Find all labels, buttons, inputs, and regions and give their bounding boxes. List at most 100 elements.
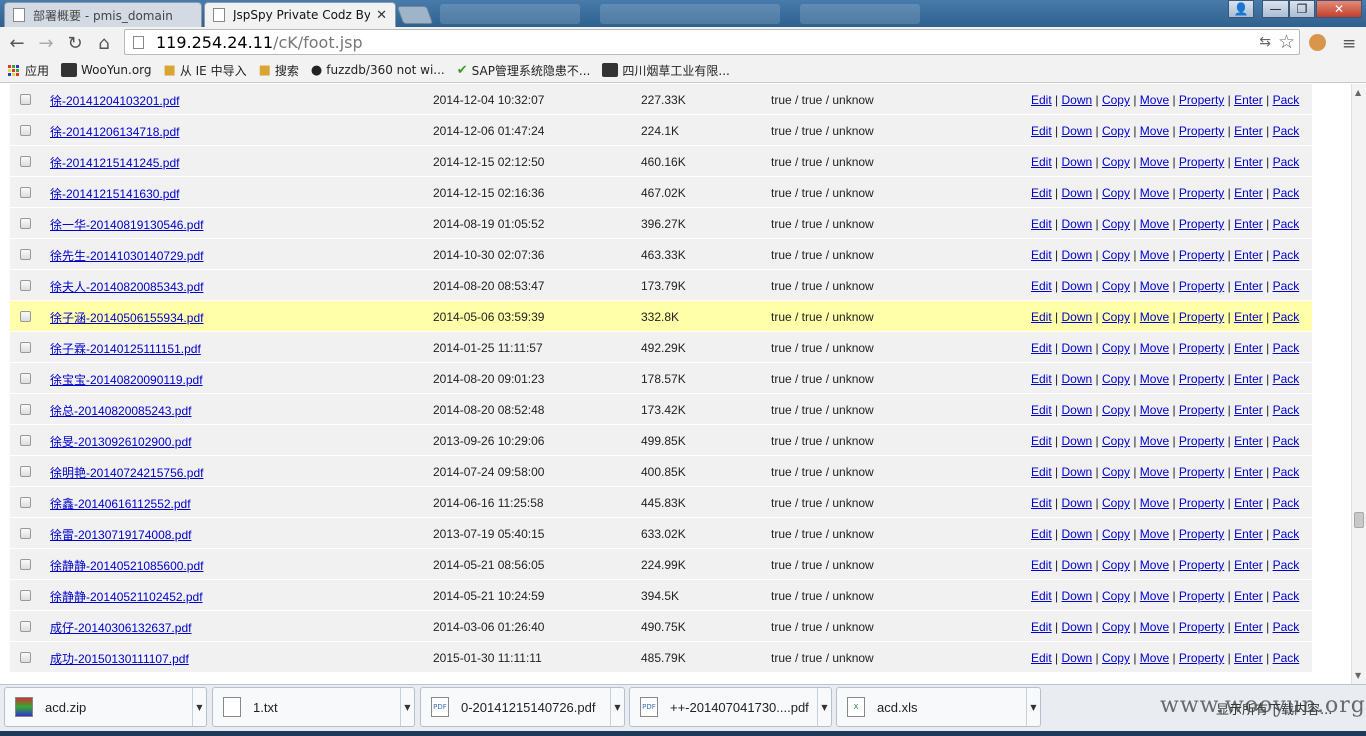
- pack-action-link[interactable]: Pack: [1273, 434, 1300, 448]
- chevron-down-icon[interactable]: ▼: [400, 688, 414, 726]
- down-action-link[interactable]: Down: [1061, 403, 1092, 417]
- file-name-link[interactable]: 徐宝宝-20140820090119.pdf: [50, 371, 203, 388]
- property-action-link[interactable]: Property: [1179, 217, 1224, 231]
- down-action-link[interactable]: Down: [1061, 434, 1092, 448]
- file-name-link[interactable]: 成功-20150130111107.pdf: [50, 650, 189, 667]
- down-action-link[interactable]: Down: [1061, 124, 1092, 138]
- pack-action-link[interactable]: Pack: [1273, 248, 1300, 262]
- property-action-link[interactable]: Property: [1179, 620, 1224, 634]
- file-name-link[interactable]: 徐-20141215141245.pdf: [50, 154, 179, 171]
- copy-action-link[interactable]: Copy: [1102, 217, 1130, 231]
- enter-action-link[interactable]: Enter: [1234, 124, 1263, 138]
- down-action-link[interactable]: Down: [1061, 372, 1092, 386]
- enter-action-link[interactable]: Enter: [1234, 248, 1263, 262]
- chevron-down-icon[interactable]: ▼: [192, 688, 206, 726]
- file-name-link[interactable]: 徐-20141206134718.pdf: [50, 123, 179, 140]
- row-checkbox[interactable]: [20, 435, 31, 446]
- pack-action-link[interactable]: Pack: [1273, 465, 1300, 479]
- edit-action-link[interactable]: Edit: [1031, 217, 1052, 231]
- move-action-link[interactable]: Move: [1140, 124, 1169, 138]
- row-checkbox[interactable]: [20, 528, 31, 539]
- move-action-link[interactable]: Move: [1140, 651, 1169, 665]
- move-action-link[interactable]: Move: [1140, 620, 1169, 634]
- home-icon[interactable]: ⌂: [93, 32, 115, 54]
- move-action-link[interactable]: Move: [1140, 93, 1169, 107]
- file-name-link[interactable]: 徐子霖-20140125111151.pdf: [50, 340, 201, 357]
- pack-action-link[interactable]: Pack: [1273, 124, 1300, 138]
- down-action-link[interactable]: Down: [1061, 496, 1092, 510]
- pack-action-link[interactable]: Pack: [1273, 217, 1300, 231]
- move-action-link[interactable]: Move: [1140, 217, 1169, 231]
- copy-action-link[interactable]: Copy: [1102, 341, 1130, 355]
- file-name-link[interactable]: 徐静静-20140521085600.pdf: [50, 557, 203, 574]
- row-checkbox[interactable]: [20, 590, 31, 601]
- pack-action-link[interactable]: Pack: [1273, 651, 1300, 665]
- move-action-link[interactable]: Move: [1140, 310, 1169, 324]
- copy-action-link[interactable]: Copy: [1102, 372, 1130, 386]
- enter-action-link[interactable]: Enter: [1234, 620, 1263, 634]
- move-action-link[interactable]: Move: [1140, 558, 1169, 572]
- edit-action-link[interactable]: Edit: [1031, 93, 1052, 107]
- file-name-link[interactable]: 成仔-20140306132637.pdf: [50, 619, 191, 636]
- row-checkbox[interactable]: [20, 466, 31, 477]
- forward-icon[interactable]: →: [35, 32, 57, 54]
- move-action-link[interactable]: Move: [1140, 186, 1169, 200]
- row-checkbox[interactable]: [20, 497, 31, 508]
- file-name-link[interactable]: 徐雷-20130719174008.pdf: [50, 526, 191, 543]
- enter-action-link[interactable]: Enter: [1234, 279, 1263, 293]
- menu-icon[interactable]: ≡: [1342, 34, 1356, 54]
- move-action-link[interactable]: Move: [1140, 248, 1169, 262]
- copy-action-link[interactable]: Copy: [1102, 434, 1130, 448]
- down-action-link[interactable]: Down: [1061, 465, 1092, 479]
- chevron-down-icon[interactable]: ▼: [1026, 688, 1040, 726]
- enter-action-link[interactable]: Enter: [1234, 341, 1263, 355]
- user-icon[interactable]: 👤: [1228, 0, 1254, 18]
- copy-action-link[interactable]: Copy: [1102, 93, 1130, 107]
- row-checkbox[interactable]: [20, 652, 31, 663]
- copy-action-link[interactable]: Copy: [1102, 558, 1130, 572]
- edit-action-link[interactable]: Edit: [1031, 651, 1052, 665]
- down-action-link[interactable]: Down: [1061, 155, 1092, 169]
- move-action-link[interactable]: Move: [1140, 155, 1169, 169]
- cookie-extension-icon[interactable]: [1309, 34, 1326, 51]
- down-action-link[interactable]: Down: [1061, 558, 1092, 572]
- vertical-scrollbar[interactable]: ▲ ▼: [1351, 84, 1366, 684]
- property-action-link[interactable]: Property: [1179, 93, 1224, 107]
- tab-close-icon[interactable]: ✕: [376, 8, 387, 23]
- edit-action-link[interactable]: Edit: [1031, 186, 1052, 200]
- property-action-link[interactable]: Property: [1179, 434, 1224, 448]
- property-action-link[interactable]: Property: [1179, 310, 1224, 324]
- down-action-link[interactable]: Down: [1061, 341, 1092, 355]
- enter-action-link[interactable]: Enter: [1234, 434, 1263, 448]
- edit-action-link[interactable]: Edit: [1031, 496, 1052, 510]
- file-name-link[interactable]: 徐先生-20141030140729.pdf: [50, 247, 203, 264]
- scroll-thumb[interactable]: [1354, 512, 1364, 528]
- copy-action-link[interactable]: Copy: [1102, 186, 1130, 200]
- down-action-link[interactable]: Down: [1061, 93, 1092, 107]
- down-action-link[interactable]: Down: [1061, 217, 1092, 231]
- bookmark-fuzzdb[interactable]: ● fuzzdb/360 not wi...: [311, 63, 445, 78]
- copy-action-link[interactable]: Copy: [1102, 620, 1130, 634]
- bookmark-sap[interactable]: ✔ SAP管理系统隐患不...: [457, 62, 591, 79]
- row-checkbox[interactable]: [20, 559, 31, 570]
- down-action-link[interactable]: Down: [1061, 620, 1092, 634]
- edit-action-link[interactable]: Edit: [1031, 372, 1052, 386]
- pack-action-link[interactable]: Pack: [1273, 527, 1300, 541]
- enter-action-link[interactable]: Enter: [1234, 465, 1263, 479]
- pack-action-link[interactable]: Pack: [1273, 372, 1300, 386]
- file-name-link[interactable]: 徐鑫-20140616112552.pdf: [50, 495, 191, 512]
- file-name-link[interactable]: 徐静静-20140521102452.pdf: [50, 588, 203, 605]
- copy-action-link[interactable]: Copy: [1102, 496, 1130, 510]
- move-action-link[interactable]: Move: [1140, 403, 1169, 417]
- pack-action-link[interactable]: Pack: [1273, 589, 1300, 603]
- address-bar[interactable]: 119.254.24.11/cK/foot.jsp ⇆ ☆: [124, 29, 1300, 55]
- move-action-link[interactable]: Move: [1140, 434, 1169, 448]
- bookmark-sichuan[interactable]: 四川烟草工业有限...: [602, 62, 730, 79]
- down-action-link[interactable]: Down: [1061, 279, 1092, 293]
- copy-action-link[interactable]: Copy: [1102, 124, 1130, 138]
- row-checkbox[interactable]: [20, 125, 31, 136]
- copy-action-link[interactable]: Copy: [1102, 651, 1130, 665]
- pack-action-link[interactable]: Pack: [1273, 496, 1300, 510]
- download-item[interactable]: X acd.xls ▼: [836, 687, 1041, 727]
- property-action-link[interactable]: Property: [1179, 527, 1224, 541]
